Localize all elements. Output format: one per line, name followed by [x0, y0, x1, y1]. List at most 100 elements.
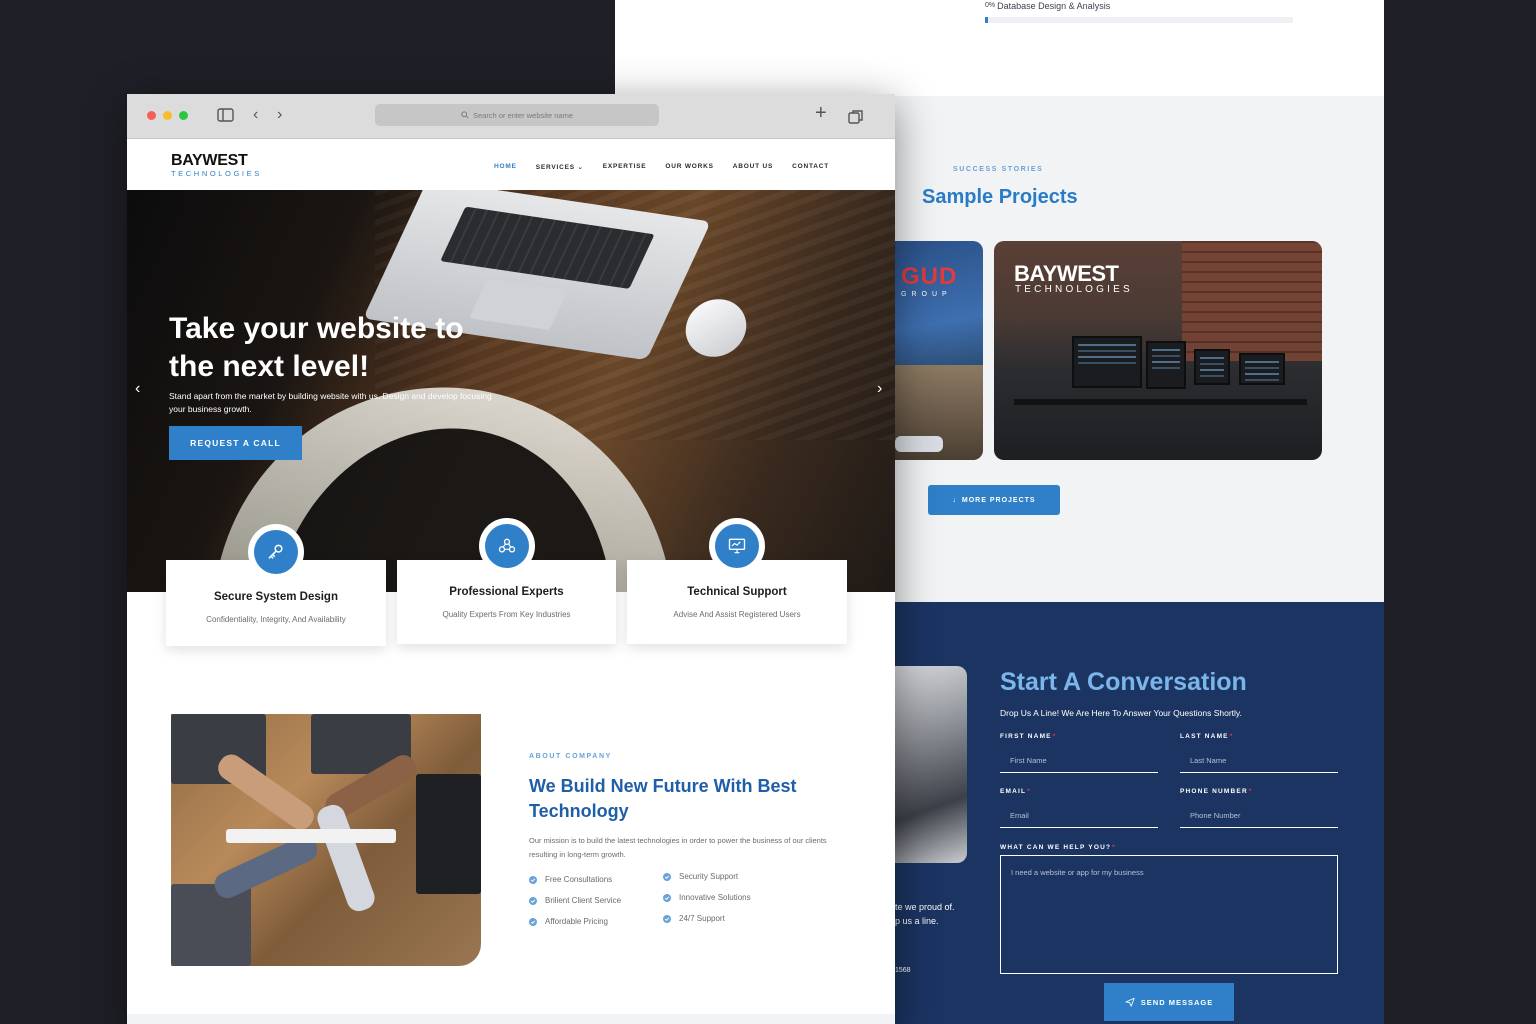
laptop-image [171, 884, 251, 966]
chevron-down-icon: ⌄ [577, 164, 584, 171]
monitor-image [1072, 336, 1142, 388]
phone-label: PHONE NUMBER* [1180, 788, 1253, 795]
first-name-field[interactable] [1000, 749, 1158, 773]
project-logo-sub: TECHNOLOGIES [1015, 284, 1133, 295]
nav-item-home[interactable]: HOME [494, 163, 517, 171]
search-icon [461, 111, 469, 119]
car-image [895, 436, 943, 452]
progress-fill [985, 17, 989, 23]
message-field[interactable] [1000, 855, 1338, 974]
feature-subtitle: Confidentiality, Integrity, And Availabi… [206, 615, 346, 624]
sidebar-toggle-icon[interactable] [217, 108, 234, 122]
brand-sub: TECHNOLOGIES [171, 169, 262, 178]
phone-field[interactable] [1180, 804, 1338, 828]
check-icon [529, 897, 537, 905]
benefits-list-right: Security Support Innovative Solutions 24… [663, 871, 751, 925]
more-projects-button[interactable]: ↓ MORE PROJECTS [928, 485, 1060, 515]
feature-subtitle: Quality Experts From Key Industries [442, 610, 571, 619]
check-icon [529, 876, 537, 884]
request-call-button[interactable]: REQUEST A CALL [169, 426, 302, 460]
check-icon [663, 894, 671, 902]
project-card-baywest[interactable]: BAYWEST TECHNOLOGIES [994, 241, 1322, 460]
feature-title: Professional Experts [449, 586, 564, 598]
about-title: We Build New Future With Best Technology [529, 776, 797, 821]
progress-track [985, 17, 1293, 23]
first-name-label: FIRST NAME* [1000, 733, 1057, 740]
section-divider [127, 1014, 895, 1024]
project-logo: GUD [901, 263, 958, 290]
maximize-window-button[interactable] [179, 111, 188, 120]
list-item: Affordable Pricing [529, 916, 621, 928]
project-logo-sub: GROUP [901, 291, 952, 298]
contact-description: Drop Us A Line! We Are Here To Answer Yo… [1000, 708, 1242, 718]
feature-title: Secure System Design [213, 591, 338, 603]
check-icon [663, 915, 671, 923]
hero-title: Take your website to the next level! [169, 312, 464, 383]
address-placeholder: Search or enter website name [472, 110, 574, 120]
projects-title: Sample Projects [922, 186, 1078, 208]
feature-title: Technical Support [687, 586, 787, 598]
email-field[interactable] [1000, 804, 1158, 828]
list-item: Security Support [663, 871, 751, 883]
contact-title: Start A Conversation [1000, 668, 1247, 696]
slider-prev-icon[interactable]: ‹ [135, 380, 140, 398]
site-header: BAYWEST TECHNOLOGIES HOME SERVICES ⌄ EXP… [127, 139, 895, 190]
hero-subtitle: Stand apart from the market by building … [169, 391, 492, 414]
list-item: Innovative Solutions [663, 892, 751, 904]
browser-window: ‹ › Search or enter website name + BAYWE… [127, 94, 895, 1024]
progress-skill: 0% Database Design & Analysis [985, 0, 1305, 23]
monitor-image [1194, 349, 1230, 385]
monitor-image [1146, 341, 1186, 389]
new-tab-icon[interactable]: + [815, 103, 827, 123]
notebook-image [416, 774, 481, 894]
progress-percent: 0% [985, 2, 996, 9]
check-icon [663, 873, 671, 881]
tabs-overview-icon[interactable] [848, 109, 864, 125]
check-icon [529, 918, 537, 926]
email-label: EMAIL* [1000, 788, 1031, 795]
nav-item-contact[interactable]: CONTACT [792, 163, 829, 171]
arm-image [314, 801, 378, 915]
feature-card-experts[interactable]: Professional Experts Quality Experts Fro… [397, 518, 616, 644]
power-strip-image [226, 829, 396, 843]
list-item: Brilient Client Service [529, 895, 621, 907]
arm-image [213, 749, 319, 835]
last-name-label: LAST NAME* [1180, 733, 1234, 740]
about-eyebrow: ABOUT COMPANY [529, 753, 612, 760]
list-item: Free Consultations [529, 874, 621, 886]
nav-item-expertise[interactable]: EXPERTISE [603, 163, 647, 171]
brand-logo[interactable]: BAYWEST TECHNOLOGIES [171, 153, 262, 179]
address-bar[interactable]: Search or enter website name [375, 104, 659, 126]
back-icon[interactable]: ‹ [253, 105, 258, 125]
desk-image [1014, 399, 1307, 405]
last-name-field[interactable] [1180, 749, 1338, 773]
contact-text-fragment: te we proud of. [895, 902, 955, 912]
arrow-down-icon: ↓ [952, 496, 957, 504]
send-icon [1125, 997, 1135, 1007]
list-item: 24/7 Support [663, 913, 751, 925]
brand-name: BAYWEST [171, 152, 248, 169]
main-nav: HOME SERVICES ⌄ EXPERTISE OUR WORKS ABOU… [494, 163, 829, 171]
team-photo [171, 714, 481, 966]
feature-card-secure[interactable]: Secure System Design Confidentiality, In… [166, 524, 386, 646]
send-message-button[interactable]: SEND MESSAGE [1104, 983, 1234, 1021]
projects-eyebrow: SUCCESS STORIES [953, 166, 1044, 173]
nav-item-our-works[interactable]: OUR WORKS [665, 163, 713, 171]
monitor-image [1239, 353, 1285, 385]
close-window-button[interactable] [147, 111, 156, 120]
browser-toolbar: ‹ › Search or enter website name + [127, 94, 895, 139]
network-icon [498, 538, 515, 553]
progress-label: Database Design & Analysis [997, 1, 1111, 11]
nav-item-services[interactable]: SERVICES ⌄ [536, 163, 584, 171]
benefits-list-left: Free Consultations Brilient Client Servi… [529, 874, 621, 928]
forward-icon[interactable]: › [277, 105, 282, 125]
key-icon [268, 544, 283, 559]
slider-next-icon[interactable]: › [877, 380, 882, 398]
nav-item-about-us[interactable]: ABOUT US [733, 163, 773, 171]
message-label: WHAT CAN WE HELP YOU?* [1000, 844, 1116, 851]
contact-text-fragment: 1568 [895, 967, 911, 974]
minimize-window-button[interactable] [163, 111, 172, 120]
feature-card-support[interactable]: Technical Support Advise And Assist Regi… [627, 518, 847, 644]
feature-subtitle: Advise And Assist Registered Users [673, 610, 801, 619]
about-text: Our mission is to build the latest techn… [529, 836, 827, 859]
